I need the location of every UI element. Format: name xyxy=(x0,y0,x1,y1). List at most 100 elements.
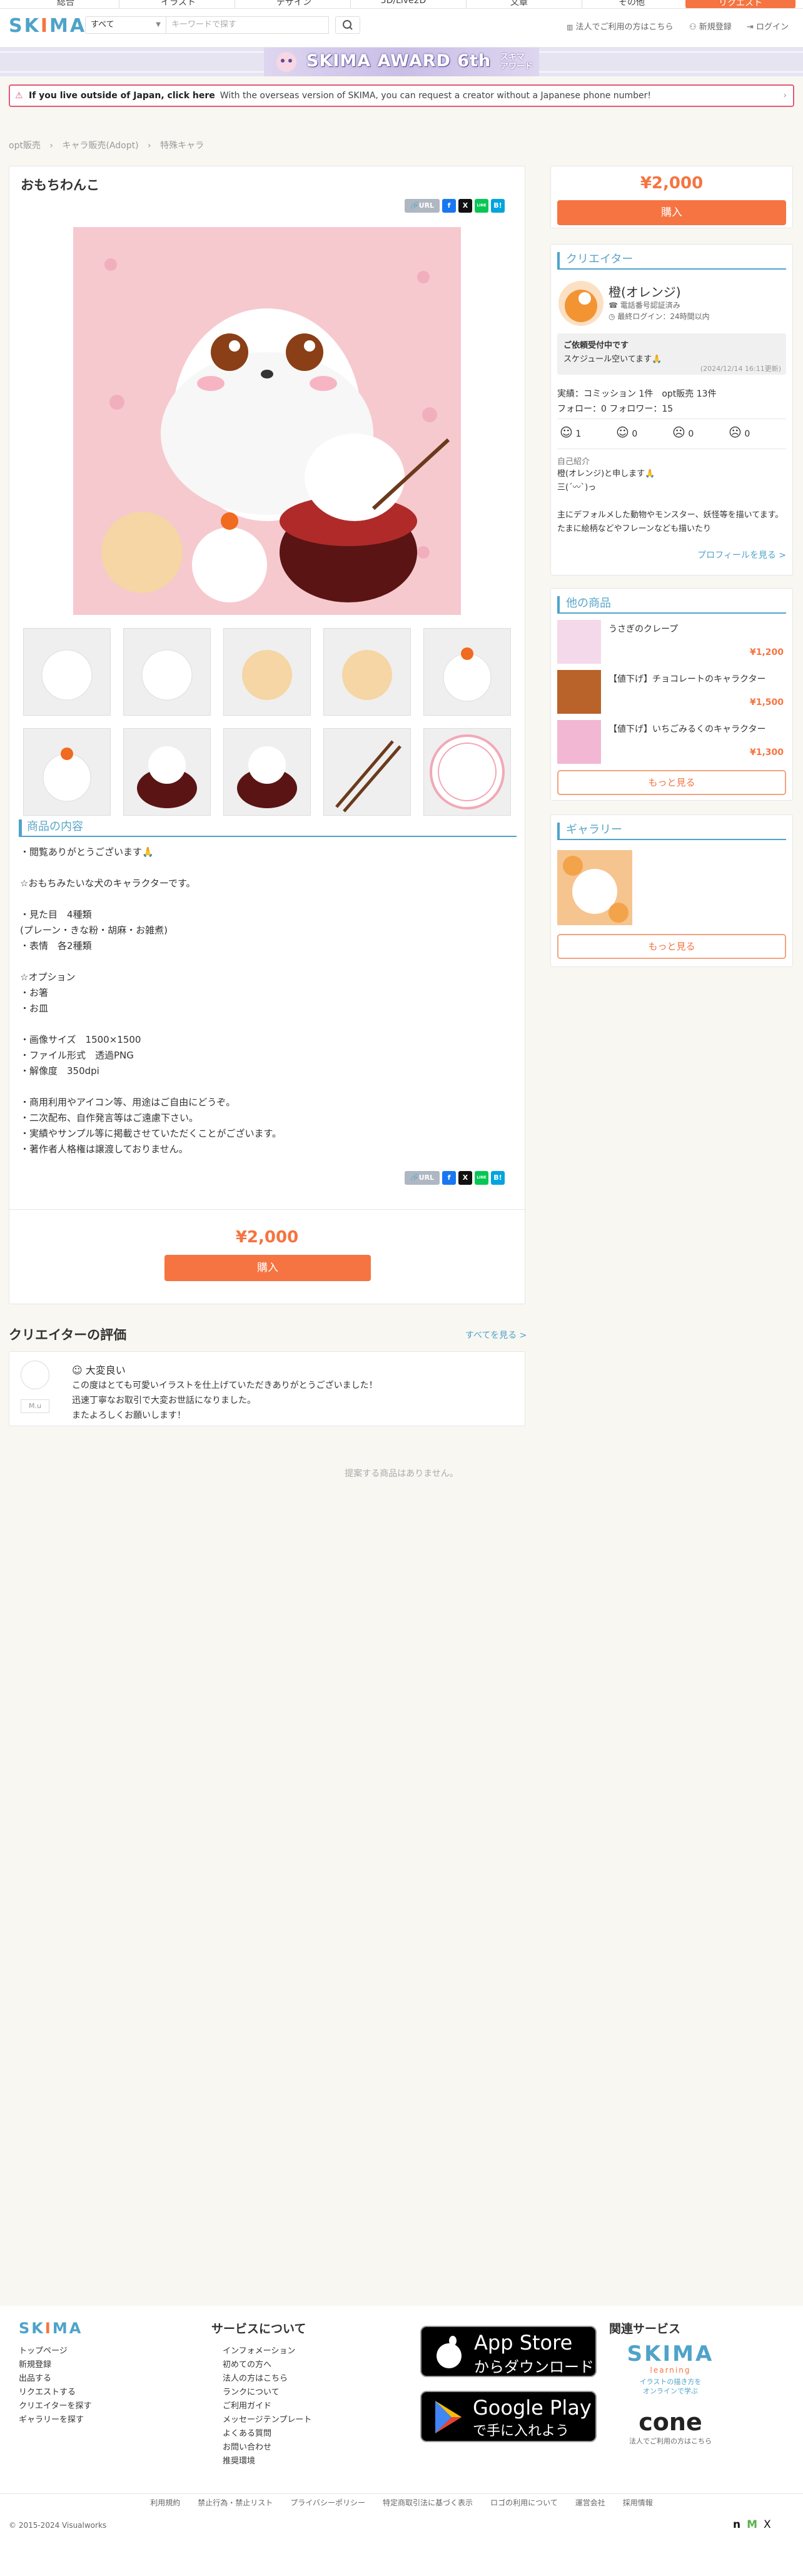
skima-logo[interactable]: SKIMA xyxy=(9,15,86,37)
facebook-share-button[interactable]: f xyxy=(442,199,456,213)
footer-bottom-link[interactable]: 特定商取引法に基づく表示 xyxy=(383,2498,473,2507)
footer-link[interactable]: インフォメーション xyxy=(223,2345,311,2358)
category-text[interactable]: 文章 xyxy=(485,0,553,8)
buy-button[interactable]: 購入 xyxy=(164,1255,371,1281)
thumbnail-image[interactable] xyxy=(423,728,511,816)
line-share-button[interactable]: LINE xyxy=(475,1171,488,1185)
copy-url-button[interactable]: 🔗URL xyxy=(405,199,440,213)
divider xyxy=(9,1209,525,1210)
thumbnail-image[interactable] xyxy=(323,628,411,716)
footer-link[interactable]: お問い合わせ xyxy=(223,2441,311,2455)
misskey-icon[interactable]: M xyxy=(747,2518,757,2531)
search-category-select[interactable]: すべて ▼ xyxy=(85,16,166,34)
notice-link[interactable]: If you live outside of Japan, click here xyxy=(29,91,215,101)
search-input[interactable]: キーワードで探す xyxy=(166,16,329,34)
line-share-button[interactable]: LINE xyxy=(475,199,488,213)
list-item[interactable]: うさぎのクレープ ¥1,200 xyxy=(557,620,786,664)
category-design[interactable]: デザイン xyxy=(260,0,328,8)
more-gallery-button[interactable]: もっと見る xyxy=(557,934,786,959)
thumbnail-image[interactable] xyxy=(23,628,111,716)
category-general[interactable]: 総合 xyxy=(38,0,94,8)
footer-link[interactable]: メッセージテンプレート xyxy=(223,2413,311,2427)
product-main-image[interactable] xyxy=(73,227,461,615)
category-other[interactable]: その他 xyxy=(597,0,666,8)
google-play-button[interactable]: Google Play で手に入れよう xyxy=(420,2391,597,2442)
see-all-reviews-link[interactable]: すべてを見る > xyxy=(465,1329,527,1341)
footer-link[interactable]: トップページ xyxy=(19,2345,91,2358)
gallery-thumbnail[interactable] xyxy=(557,850,632,925)
thumbnail-image[interactable] xyxy=(23,728,111,816)
footer-bottom-link[interactable]: 採用情報 xyxy=(623,2498,653,2507)
footer-link[interactable]: ギャラリーを探す xyxy=(19,2413,91,2427)
footer-link[interactable]: ランクについて xyxy=(223,2386,311,2400)
category-illust[interactable]: イラスト xyxy=(144,0,213,8)
cone-desc: 法人でご利用の方はこちら xyxy=(629,2437,712,2445)
chevron-right-icon: › xyxy=(148,141,151,151)
avatar[interactable] xyxy=(558,281,604,326)
overseas-notice[interactable]: ⚠ If you live outside of Japan, click he… xyxy=(9,84,794,107)
hatena-share-button[interactable]: B! xyxy=(491,199,505,213)
list-item[interactable]: 【値下げ】チョコレートのキャラクター ¥1,500 xyxy=(557,670,786,714)
facebook-share-button[interactable]: f xyxy=(442,1171,456,1185)
footer-logo[interactable]: SKIMA xyxy=(19,2320,83,2337)
review-body: この度はとても可愛いイラストを仕上げていただきありがとうございました！ 迅速丁寧… xyxy=(72,1378,378,1423)
register-link[interactable]: ⚇ 新規登録 xyxy=(689,20,732,32)
x-share-button[interactable]: X xyxy=(458,1171,472,1185)
chevron-down-icon: ▼ xyxy=(156,21,161,28)
thumbnail-image[interactable] xyxy=(123,728,211,816)
footer-bottom-link[interactable]: ロゴの利用について xyxy=(490,2498,558,2507)
login-icon: ⇥ xyxy=(747,23,754,32)
more-products-button[interactable]: もっと見る xyxy=(557,770,786,795)
footer-bottom-link[interactable]: プライバシーポリシー xyxy=(290,2498,365,2507)
breadcrumb-item[interactable]: キャラ販売(Adopt) xyxy=(62,141,138,151)
banner-subtitle-line1: スキマ xyxy=(500,53,525,62)
footer-link[interactable]: 初めての方へ xyxy=(223,2358,311,2372)
cone-link[interactable]: cone 法人でご利用の方はこちら xyxy=(623,2408,718,2446)
product-price: ¥2,000 xyxy=(235,1228,299,1247)
footer-bottom-link[interactable]: 利用規約 xyxy=(150,2498,180,2507)
login-link[interactable]: ⇥ ログイン xyxy=(747,20,789,32)
breadcrumb-item[interactable]: 特殊キャラ xyxy=(160,141,204,151)
buy-button[interactable]: 購入 xyxy=(557,200,786,225)
thumbnail-image[interactable] xyxy=(223,728,311,816)
x-share-button[interactable]: X xyxy=(458,199,472,213)
footer-link[interactable]: 新規登録 xyxy=(19,2358,91,2372)
breadcrumb-item[interactable]: opt販売 xyxy=(9,141,41,151)
reviewer-name: M.u xyxy=(21,1399,49,1413)
note-icon[interactable]: n xyxy=(733,2518,740,2531)
other-products-card: 他の商品 うさぎのクレープ ¥1,200 【値下げ】チョコレートのキャラクター … xyxy=(550,588,793,801)
thumbnail-image[interactable] xyxy=(223,628,311,716)
breadcrumb: opt販売 › キャラ販売(Adopt) › 特殊キャラ xyxy=(9,139,204,151)
footer-bottom-link[interactable]: 禁止行為・禁止リスト xyxy=(198,2498,273,2507)
character-icon xyxy=(276,52,296,72)
footer-link[interactable]: クリエイターを探す xyxy=(19,2400,91,2413)
hatena-share-button[interactable]: B! xyxy=(491,1171,505,1185)
status-date: (2024/12/14 16:11更新) xyxy=(700,365,781,373)
thumbnail-image[interactable] xyxy=(123,628,211,716)
creator-name[interactable]: 橙(オレンジ) xyxy=(609,282,681,300)
thumbnail-image[interactable] xyxy=(423,628,511,716)
learning-link[interactable]: SKIMA learning イラストの描き方を オンラインで学ぶ xyxy=(627,2342,714,2396)
category-3d[interactable]: 3D/Live2D xyxy=(369,0,438,6)
profile-link[interactable]: プロフィールを見る > xyxy=(697,549,786,561)
footer-bottom-link[interactable]: 運営会社 xyxy=(575,2498,605,2507)
thumbnail-image[interactable] xyxy=(323,728,411,816)
footer-link[interactable]: 出品する xyxy=(19,2372,91,2386)
footer-link[interactable]: 推奨環境 xyxy=(223,2455,311,2468)
list-item[interactable]: 【値下げ】いちごみるくのキャラクター ¥1,300 xyxy=(557,720,786,764)
footer-link[interactable]: ご利用ガイド xyxy=(223,2400,311,2413)
app-store-button[interactable]: App Store からダウンロード xyxy=(420,2326,597,2377)
copy-url-button[interactable]: 🔗URL xyxy=(405,1171,440,1185)
empty-recommendations: 提案する商品はありません。 xyxy=(345,1469,458,1479)
request-button[interactable]: リクエスト xyxy=(685,0,795,8)
footer-link[interactable]: 法人の方はこちら xyxy=(223,2372,311,2386)
corporate-link[interactable]: ▥ 法人でご利用の方はこちら xyxy=(567,20,674,32)
description-line: ・商用利用やアイコン等、用途はご自由にどうぞ。 xyxy=(20,1097,236,1108)
banner-title: SKIMA AWARD 6th xyxy=(306,51,492,71)
x-icon[interactable]: X xyxy=(764,2518,771,2531)
award-banner[interactable]: SKIMA AWARD 6th スキマ アワード xyxy=(0,48,803,76)
footer-link[interactable]: リクエストする xyxy=(19,2386,91,2400)
neutral-icon: ☺ xyxy=(616,425,629,440)
search-button[interactable] xyxy=(335,16,360,34)
footer-link[interactable]: よくある質問 xyxy=(223,2427,311,2441)
